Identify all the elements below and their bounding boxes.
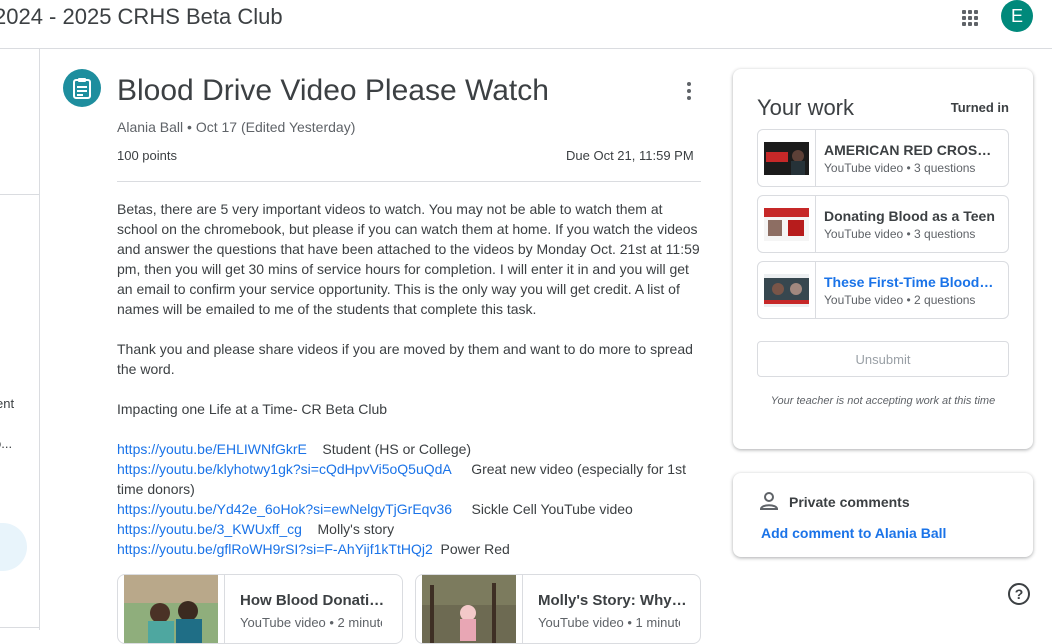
link-row: https://youtu.be/EHLIWNfGkrE Student (HS… — [117, 439, 701, 459]
top-bar: 2024 - 2025 CRHS Beta Club E — [0, 0, 1052, 49]
assignment-meta: Alania Ball • Oct 17 (Edited Yesterday) — [117, 119, 356, 135]
video-attachment-card[interactable]: How Blood Donation Can Save Lives YouTub… — [117, 574, 403, 644]
attachment-subtitle: YouTube video • 2 minutes — [240, 615, 382, 630]
link-label: Sickle Cell YouTube video — [471, 501, 633, 517]
submission-note: Your teacher is not accepting work at th… — [770, 395, 996, 407]
avatar[interactable]: E — [1001, 0, 1033, 32]
work-attachment-title: AMERICAN RED CROSS... — [824, 142, 996, 158]
sidebar-divider — [0, 194, 40, 195]
video-link-list: https://youtu.be/EHLIWNfGkrE Student (HS… — [117, 439, 701, 559]
description-paragraph: Impacting one Life at a Time- CR Beta Cl… — [117, 401, 388, 417]
attachment-subtitle: YouTube video • 1 minute — [538, 615, 680, 630]
assignment-points: 100 points — [117, 148, 177, 163]
video-thumbnail — [124, 575, 218, 643]
attachment-title: Molly's Story: Why I Donate — [538, 592, 688, 609]
video-thumbnail — [764, 142, 809, 175]
work-attachment-subtitle: YouTube video • 3 questions — [824, 227, 976, 241]
left-sidebar: ent o... — [0, 49, 40, 630]
your-work-title: Your work — [757, 95, 855, 120]
video-thumbnail — [764, 208, 809, 241]
sidebar-divider — [0, 627, 40, 628]
work-attachment[interactable]: AMERICAN RED CROSS... YouTube video • 3 … — [757, 129, 1009, 187]
sidebar-item-selected[interactable] — [0, 523, 27, 571]
work-attachment-title: These First-Time Blood Donors — [824, 274, 996, 290]
person-icon — [759, 492, 779, 510]
description-paragraph: Betas, there are 5 very important videos… — [117, 201, 700, 317]
link-row: https://youtu.be/gflRoWH9rSI?si=F-AhYijf… — [117, 539, 701, 559]
unsubmit-button[interactable]: Unsubmit — [757, 341, 1009, 377]
link-row: https://youtu.be/Yd42e_6oHok?si=ewNelgyT… — [117, 499, 701, 519]
video-thumbnail — [764, 274, 809, 307]
add-comment-link[interactable]: Add comment to Alania Ball — [761, 525, 946, 541]
work-attachment[interactable]: Donating Blood as a Teen YouTube video •… — [757, 195, 1009, 253]
private-comments-card: Private comments Add comment to Alania B… — [733, 473, 1033, 557]
help-icon[interactable]: ? — [1008, 583, 1030, 605]
sidebar-item[interactable]: o... — [0, 436, 12, 451]
status-badge: Turned in — [950, 100, 1009, 115]
video-link[interactable]: https://youtu.be/3_KWUxff_cg — [117, 521, 302, 537]
video-link[interactable]: https://youtu.be/Yd42e_6oHok?si=ewNelgyT… — [117, 501, 452, 517]
attachment-title: How Blood Donation Can Save Lives — [240, 592, 390, 609]
work-attachment[interactable]: These First-Time Blood Donors YouTube vi… — [757, 261, 1009, 319]
assignment-title: Blood Drive Video Please Watch — [117, 74, 549, 107]
class-title[interactable]: 2024 - 2025 CRHS Beta Club — [0, 4, 283, 30]
work-attachment-subtitle: YouTube video • 2 questions — [824, 293, 976, 307]
video-link[interactable]: https://youtu.be/klyhotwy1gk?si=cQdHpvVi… — [117, 461, 452, 477]
video-attachment-card[interactable]: Molly's Story: Why I Donate YouTube vide… — [415, 574, 701, 644]
private-comments-title: Private comments — [789, 494, 910, 510]
video-link[interactable]: https://youtu.be/EHLIWNfGkrE — [117, 441, 307, 457]
link-label: Student (HS or College) — [322, 441, 472, 457]
link-label: Molly's story — [317, 521, 395, 537]
google-apps-icon[interactable] — [955, 3, 983, 31]
sidebar-item[interactable]: ent — [0, 396, 14, 411]
description-paragraph: Thank you and please share videos if you… — [117, 341, 693, 377]
assignment-description: Betas, there are 5 very important videos… — [117, 199, 701, 559]
due-date: Due Oct 21, 11:59 PM — [566, 148, 694, 163]
work-attachment-title: Donating Blood as a Teen — [824, 208, 995, 224]
link-row: https://youtu.be/3_KWUxff_cg Molly's sto… — [117, 519, 701, 539]
divider — [117, 181, 701, 182]
assignment-icon — [63, 69, 101, 107]
link-row: https://youtu.be/klyhotwy1gk?si=cQdHpvVi… — [117, 459, 701, 499]
more-options-icon[interactable] — [677, 79, 701, 103]
link-label: Power Red — [440, 541, 510, 557]
video-link[interactable]: https://youtu.be/gflRoWH9rSI?si=F-AhYijf… — [117, 541, 433, 557]
your-work-card: Your work Turned in AMERICAN RED CROSS..… — [733, 69, 1033, 449]
work-attachment-subtitle: YouTube video • 3 questions — [824, 161, 976, 175]
video-thumbnail — [422, 575, 516, 643]
